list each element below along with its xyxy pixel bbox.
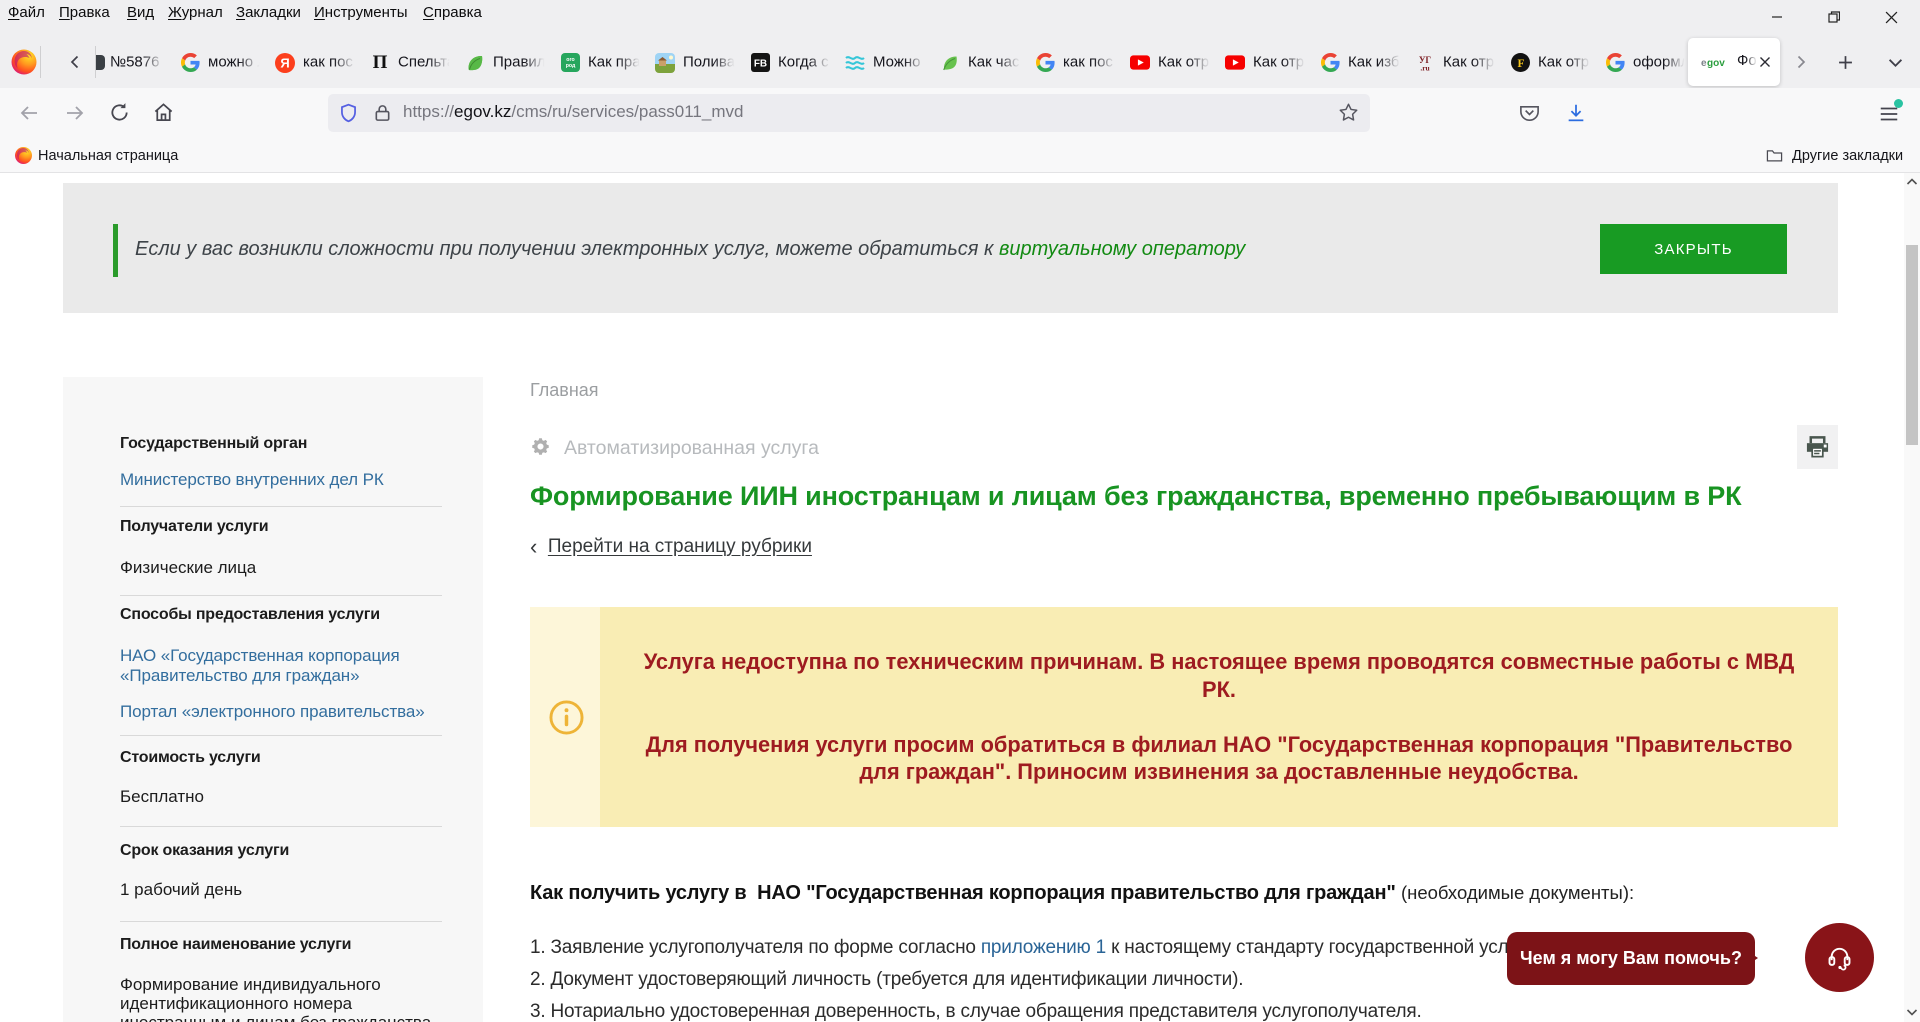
svg-text:FB: FB (753, 59, 766, 70)
svg-text:род: род (565, 63, 575, 69)
svg-text:.ru: .ru (1420, 63, 1429, 72)
svg-text:gov: gov (1707, 58, 1725, 68)
svg-text:F: F (1517, 58, 1524, 70)
svg-text:Я: Я (280, 55, 289, 70)
